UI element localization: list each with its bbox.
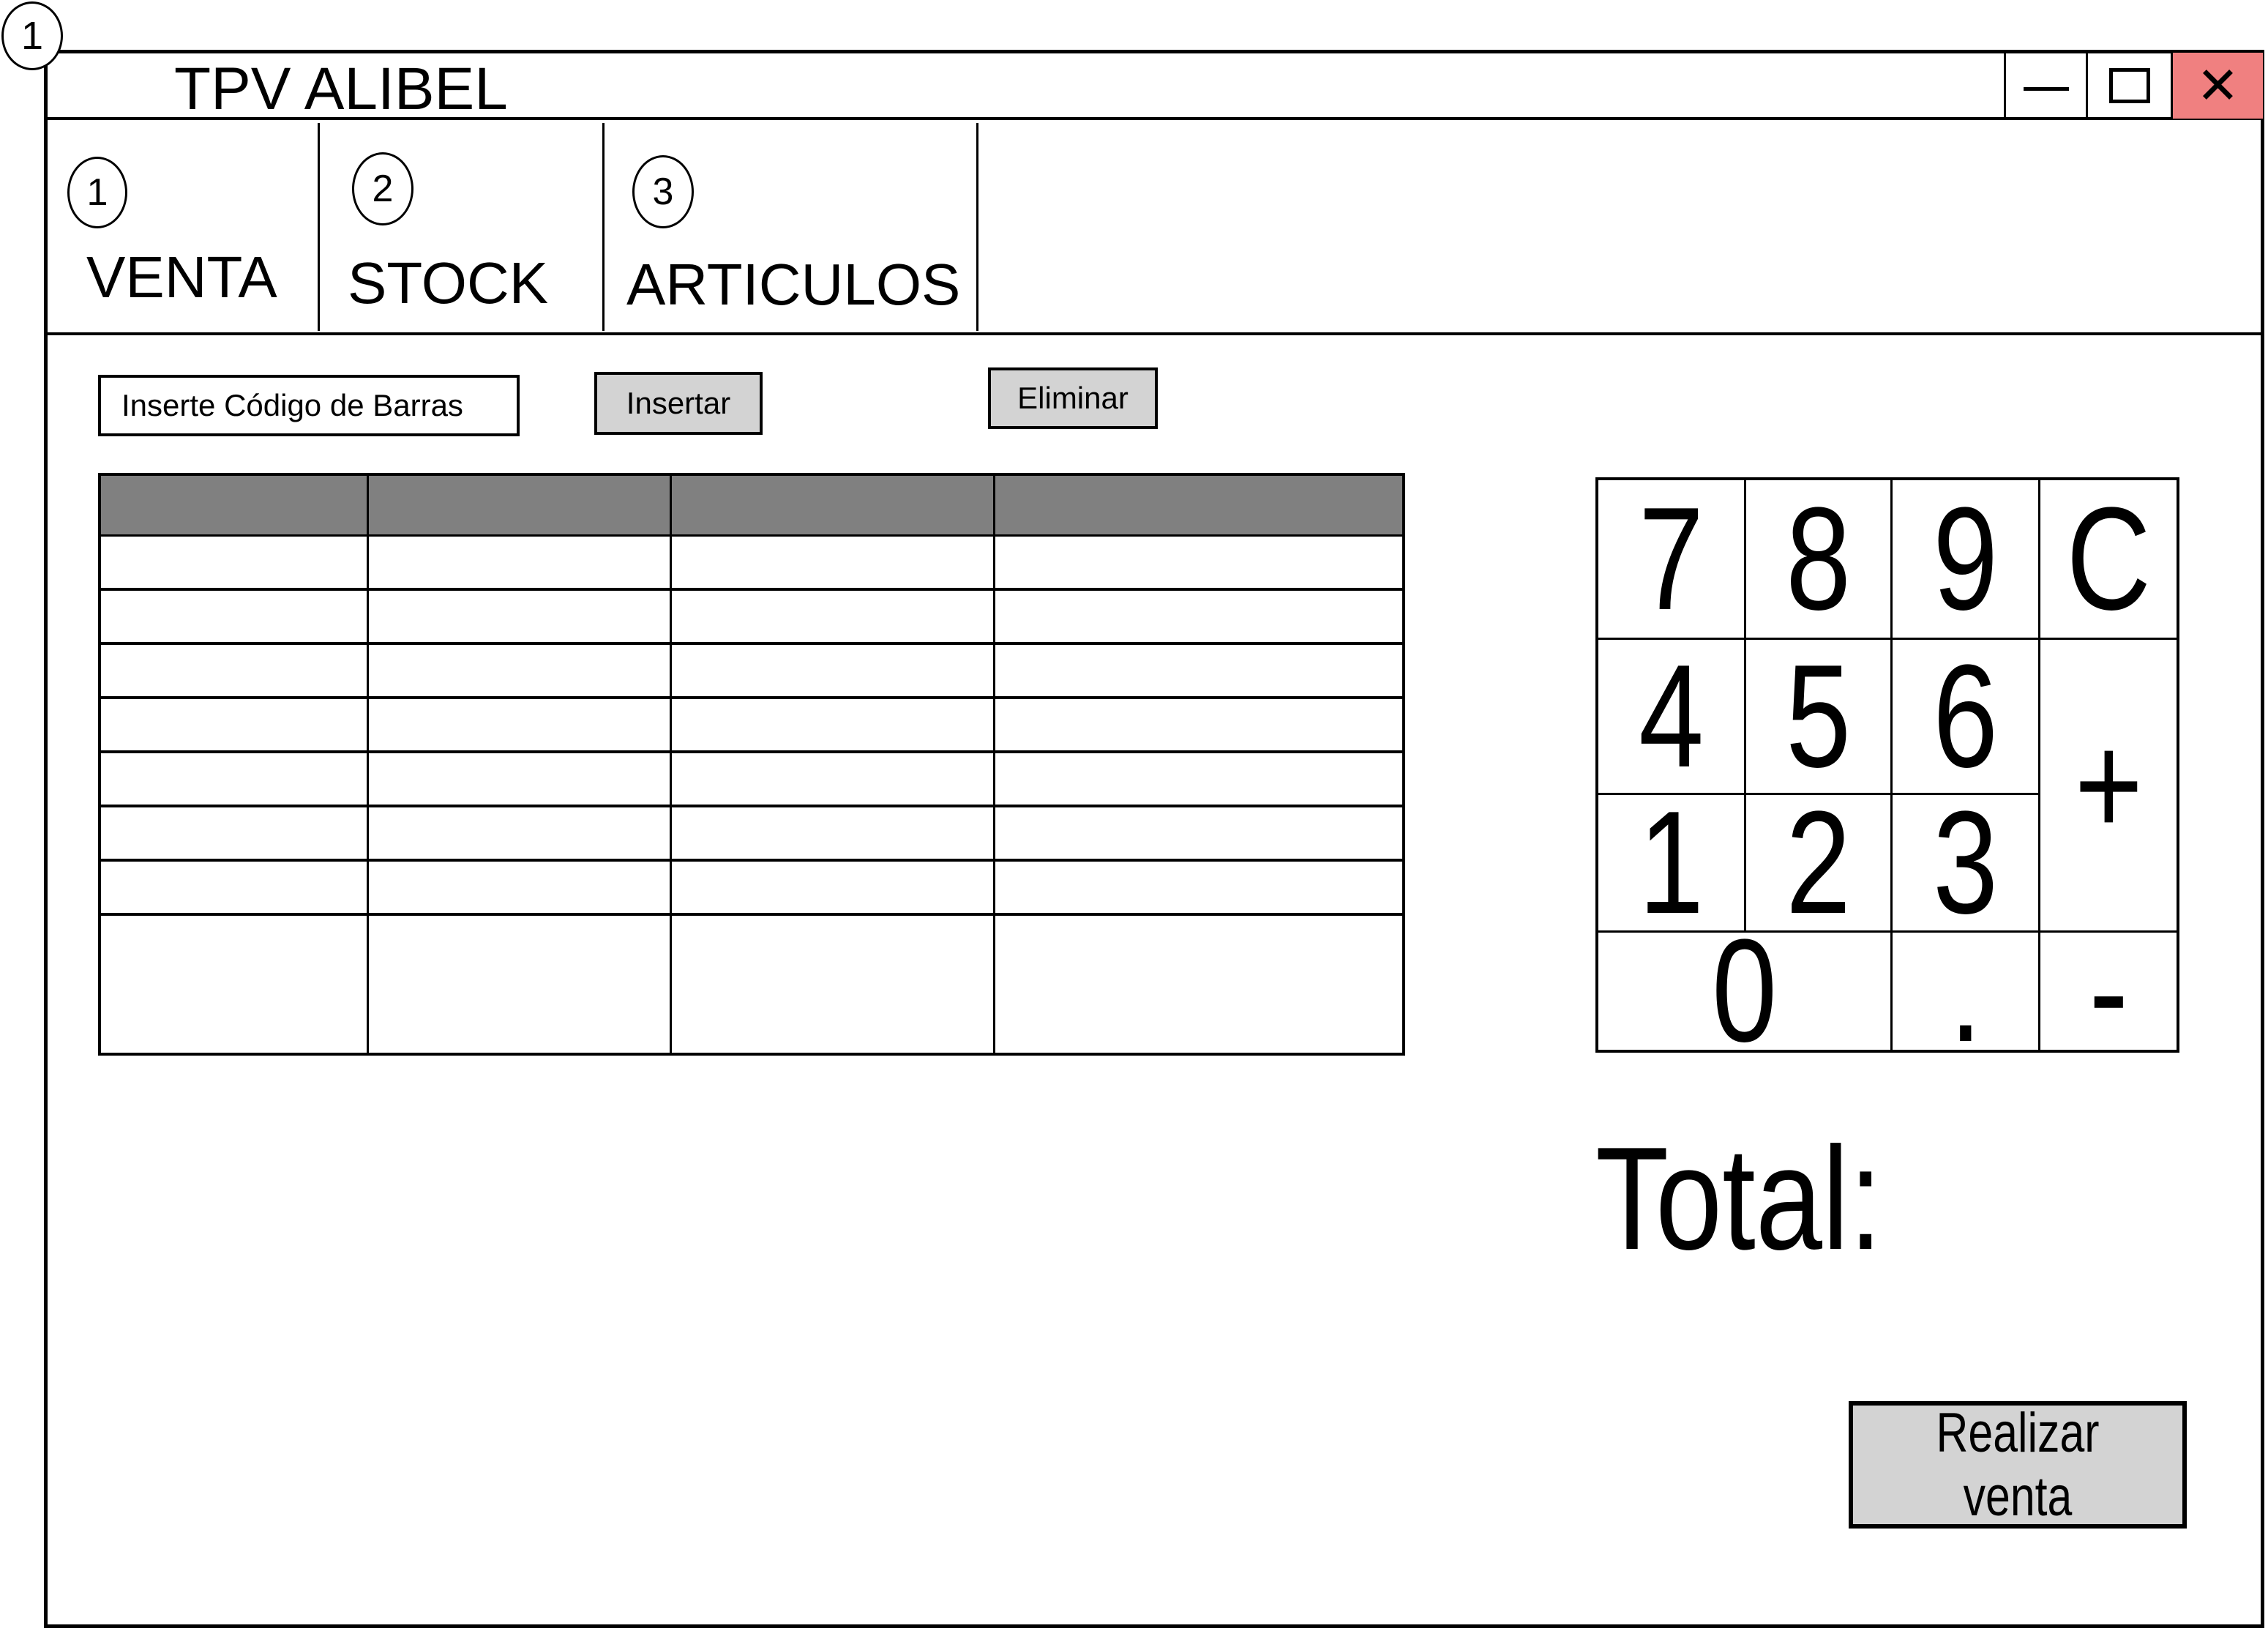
table-row[interactable] [98,914,1405,1054]
complete-sale-label: Realizar venta [1936,1402,2100,1528]
minimize-button[interactable] [2004,53,2086,119]
table-cell [98,535,369,591]
table-cell [98,752,369,807]
key-0[interactable]: 0 [1598,933,1893,1050]
table-cell [98,860,369,916]
table-row[interactable] [98,643,1405,699]
table-cell [98,806,369,862]
table-row[interactable] [98,806,1405,862]
table-cell [98,589,369,645]
key-7[interactable]: 7 [1598,480,1746,640]
tab-number: 1 [86,171,108,214]
key-3[interactable]: 3 [1893,795,2040,933]
table-cell [366,914,672,1054]
table-cell [992,535,1405,591]
tab-number-badge: 3 [632,155,694,228]
tab-label: STOCK [348,250,549,316]
table-row[interactable] [98,535,1405,591]
table-cell [669,752,995,807]
table-cell [366,643,672,699]
delete-button[interactable]: Eliminar [988,367,1158,429]
table-cell [669,914,995,1054]
table-cell [366,806,672,862]
table-cell [366,535,672,591]
tab-separator [976,123,978,331]
tab-label: ARTICULOS [626,252,961,317]
tab-number-badge: 1 [67,157,127,228]
key-dot[interactable]: . [1893,933,2040,1050]
maximize-icon [2108,68,2150,103]
table-row[interactable] [98,860,1405,916]
key-2[interactable]: 2 [1746,795,1893,933]
table-row[interactable] [98,752,1405,807]
table-cell [669,806,995,862]
table-cell [366,860,672,916]
table-row[interactable] [98,589,1405,645]
table-cell [992,752,1405,807]
table-cell [992,589,1405,645]
minimize-icon [2023,86,2069,91]
key-4[interactable]: 4 [1598,640,1746,795]
column-header [992,473,1405,537]
total-label: Total: [1595,1117,1882,1280]
key-plus[interactable]: + [2040,640,2177,933]
table-cell [992,860,1405,916]
insert-button[interactable]: Insertar [594,372,763,435]
table-cell [366,698,672,753]
key-8[interactable]: 8 [1746,480,1893,640]
screen-number-badge: 1 [1,1,63,70]
maximize-button[interactable] [2086,53,2171,119]
screen-number: 1 [20,14,44,58]
key-clear[interactable]: C [2040,480,2177,640]
table-cell [98,914,369,1054]
table-cell [669,860,995,916]
table-cell [992,698,1405,753]
key-6[interactable]: 6 [1893,640,2040,795]
tab-number-badge: 2 [352,152,413,225]
key-minus[interactable]: - [2040,933,2177,1050]
table-cell [992,914,1405,1054]
tab-number: 2 [372,168,394,210]
tab-label: VENTA [86,245,277,310]
table-cell [98,643,369,699]
table-cell [669,643,995,699]
complete-sale-button[interactable]: Realizar venta [1849,1401,2187,1529]
column-header [98,473,369,537]
close-icon: ✕ [2196,57,2239,114]
tabs-divider [45,332,2264,335]
table-cell [669,698,995,753]
tab-number: 3 [652,171,674,213]
table-cell [366,752,672,807]
key-5[interactable]: 5 [1746,640,1893,795]
numeric-keypad: 7 8 9 C 4 5 6 + 1 2 3 0 . - [1595,477,2179,1053]
table-cell [98,698,369,753]
column-header [669,473,995,537]
key-1[interactable]: 1 [1598,795,1746,933]
table-cell [992,806,1405,862]
key-9[interactable]: 9 [1893,480,2040,640]
sales-table [98,473,1405,1056]
table-cell [669,589,995,645]
table-cell [366,589,672,645]
table-cell [669,535,995,591]
close-button[interactable]: ✕ [2171,53,2263,119]
column-header [366,473,672,537]
table-row[interactable] [98,698,1405,753]
table-header-row [98,473,1405,537]
window-title: TPV ALIBEL [174,56,508,122]
barcode-input[interactable] [98,375,520,436]
tab-stock[interactable]: 2 STOCK [320,123,602,331]
tab-articulos[interactable]: 3 ARTICULOS [605,123,976,331]
tab-venta[interactable]: 1 VENTA [47,123,318,331]
table-cell [992,643,1405,699]
titlebar-divider [45,117,2264,120]
